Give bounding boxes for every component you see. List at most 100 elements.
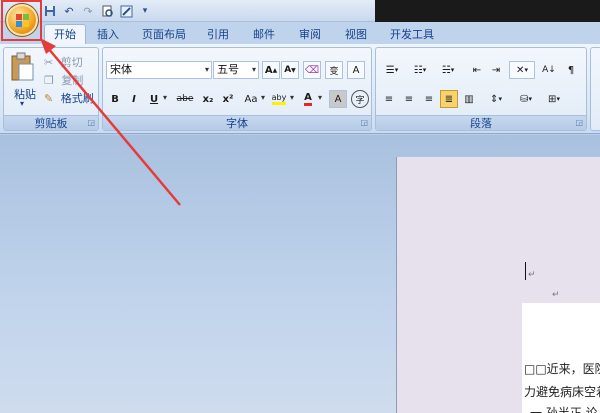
copy-button[interactable]: ❐ 复制: [44, 72, 83, 88]
shrink-font-label: A: [284, 65, 292, 75]
borders-button[interactable]: ⊞ ▾: [542, 90, 566, 108]
paste-label: 粘贴: [14, 88, 36, 101]
superscript-button[interactable]: x²: [219, 90, 237, 108]
paragraph-mark-icon: ↵: [528, 270, 536, 280]
customize-icon[interactable]: ▾: [137, 3, 153, 19]
chinese-layout-button[interactable]: ✕ ▾: [509, 61, 535, 79]
clipboard-group-title: 剪贴板: [4, 115, 98, 130]
clipboard-group: 粘贴 ▾ ✂ 剪切 ❐ 复制 ✎ 格式刷 剪贴板 ◲: [3, 47, 99, 131]
tab-insert[interactable]: 插入: [90, 26, 126, 44]
font-group-title: 字体: [103, 115, 371, 130]
line-spacing-button[interactable]: ⇕ ▾: [484, 90, 508, 108]
change-case-dropdown-icon[interactable]: ▾: [261, 93, 265, 102]
cut-button[interactable]: ✂ 剪切: [44, 54, 83, 70]
font-color-dropdown-icon[interactable]: ▾: [318, 93, 322, 102]
redo-icon[interactable]: ↷: [80, 3, 96, 19]
paste-button[interactable]: 粘贴 ▾: [9, 52, 39, 110]
print-preview-icon[interactable]: [99, 3, 115, 19]
character-border-label: A: [352, 64, 360, 76]
tab-references[interactable]: 引用: [200, 26, 236, 44]
numbering-button[interactable]: ☷ ▾: [408, 61, 432, 79]
styles-group: [590, 47, 600, 131]
save-icon[interactable]: [42, 3, 58, 19]
paragraph-group-title: 段落: [376, 115, 586, 130]
chinese-layout-icon: ✕: [516, 64, 525, 76]
undo-icon[interactable]: ↶: [61, 3, 77, 19]
subscript-button[interactable]: x₂: [199, 90, 217, 108]
distributed-icon: ▥: [464, 93, 474, 105]
show-marks-button[interactable]: ¶: [562, 61, 580, 79]
strikethrough-button[interactable]: abe: [173, 90, 197, 108]
underline-dropdown-icon[interactable]: ▾: [163, 93, 167, 102]
format-painter-button[interactable]: ✎ 格式刷: [44, 90, 94, 106]
tab-developer[interactable]: 开发工具: [382, 26, 442, 44]
shading-button[interactable]: ⛁ ▾: [514, 90, 538, 108]
title-bar-dark-region: [375, 0, 600, 22]
ribbon-tab-bar: 开始 插入 页面布局 引用 邮件 审阅 视图 开发工具: [0, 22, 600, 44]
tab-view[interactable]: 视图: [338, 26, 374, 44]
font-group: 宋体 ▾ 五号 ▾ A ▲ A ▼ ⌫ 变 A B I U ▾ abe x₂ x² …: [102, 47, 372, 131]
increase-indent-button[interactable]: ⇥: [487, 61, 505, 79]
document-line: □□近来，医院: [524, 362, 600, 376]
enclose-characters-button[interactable]: 字: [351, 90, 369, 108]
draw-icon[interactable]: [118, 3, 134, 19]
shrink-font-button[interactable]: A ▼: [281, 61, 299, 79]
copy-label: 复制: [61, 74, 84, 87]
bullets-button[interactable]: ☰ ▾: [380, 61, 404, 79]
font-size-select[interactable]: 五号 ▾: [213, 61, 259, 79]
font-color-label: A: [304, 92, 312, 106]
brush-icon: ✎: [44, 92, 54, 105]
multilevel-list-button[interactable]: ☵ ▾: [436, 61, 460, 79]
tab-home[interactable]: 开始: [44, 24, 86, 44]
paint-bucket-icon: ⛁: [520, 93, 529, 105]
align-right-button[interactable]: ≡: [420, 90, 438, 108]
sort-icon: A↓: [542, 65, 556, 75]
numbered-list-icon: ☷: [413, 64, 423, 76]
highlight-dropdown-icon[interactable]: ▾: [290, 93, 294, 102]
align-right-icon: ≡: [424, 93, 434, 105]
paragraph-dialog-launcher-icon[interactable]: ◲: [575, 118, 583, 127]
align-left-button[interactable]: ≡: [380, 90, 398, 108]
clipboard-dialog-launcher-icon[interactable]: ◲: [87, 118, 95, 127]
text-cursor: [525, 262, 526, 280]
grow-font-button[interactable]: A ▲: [262, 61, 280, 79]
justify-button[interactable]: ≣: [440, 90, 458, 108]
clear-format-button[interactable]: ⌫: [303, 61, 321, 79]
format-painter-label: 格式刷: [60, 92, 94, 105]
distributed-button[interactable]: ▥: [460, 90, 478, 108]
multilevel-list-icon: ☵: [441, 64, 451, 76]
underline-button[interactable]: U: [145, 90, 163, 108]
align-center-button[interactable]: ≡: [400, 90, 418, 108]
font-name-value: 宋体: [110, 63, 132, 76]
decrease-indent-button[interactable]: ⇤: [468, 61, 486, 79]
font-size-value: 五号: [217, 63, 239, 76]
tab-page-layout[interactable]: 页面布局: [136, 26, 192, 44]
justify-icon: ≣: [444, 93, 454, 105]
chevron-down-icon: ▾: [204, 65, 209, 74]
indent-icon: ⇥: [491, 64, 501, 76]
border-icon: ⊞: [548, 93, 557, 105]
eraser-icon: ⌫: [304, 64, 320, 76]
font-name-select[interactable]: 宋体 ▾: [106, 61, 212, 79]
font-dialog-launcher-icon[interactable]: ◲: [360, 118, 368, 127]
scissors-icon: ✂: [44, 56, 54, 69]
phonetic-guide-button[interactable]: 变: [325, 61, 343, 79]
tab-review[interactable]: 审阅: [292, 26, 328, 44]
character-border-button[interactable]: A: [347, 61, 365, 79]
cut-label: 剪切: [60, 56, 83, 69]
highlight-button[interactable]: aby: [269, 90, 289, 108]
chevron-down-icon: ▾: [251, 65, 256, 74]
document-line: 力避免病床空着: [524, 385, 600, 399]
sort-button[interactable]: A↓: [540, 61, 558, 79]
grow-font-label: A: [264, 64, 273, 76]
italic-button[interactable]: I: [125, 90, 143, 108]
align-left-icon: ≡: [384, 93, 394, 105]
tab-mailings[interactable]: 邮件: [246, 26, 282, 44]
paragraph-group: ☰ ▾ ☷ ▾ ☵ ▾ ⇤ ⇥ ✕ ▾ A↓ ¶ ≡ ≡ ≡ ≣ ▥ ⇕ ▾ ⛁ ▾ ⊞ ▾ …: [375, 47, 587, 131]
highlight-box: [1, 0, 42, 41]
quick-access-toolbar: ↶ ↷ ▾: [42, 3, 153, 19]
bold-button[interactable]: B: [106, 90, 124, 108]
character-shading-button[interactable]: A: [329, 90, 347, 108]
font-color-button[interactable]: A: [299, 90, 317, 108]
change-case-button[interactable]: Aa: [240, 90, 262, 108]
